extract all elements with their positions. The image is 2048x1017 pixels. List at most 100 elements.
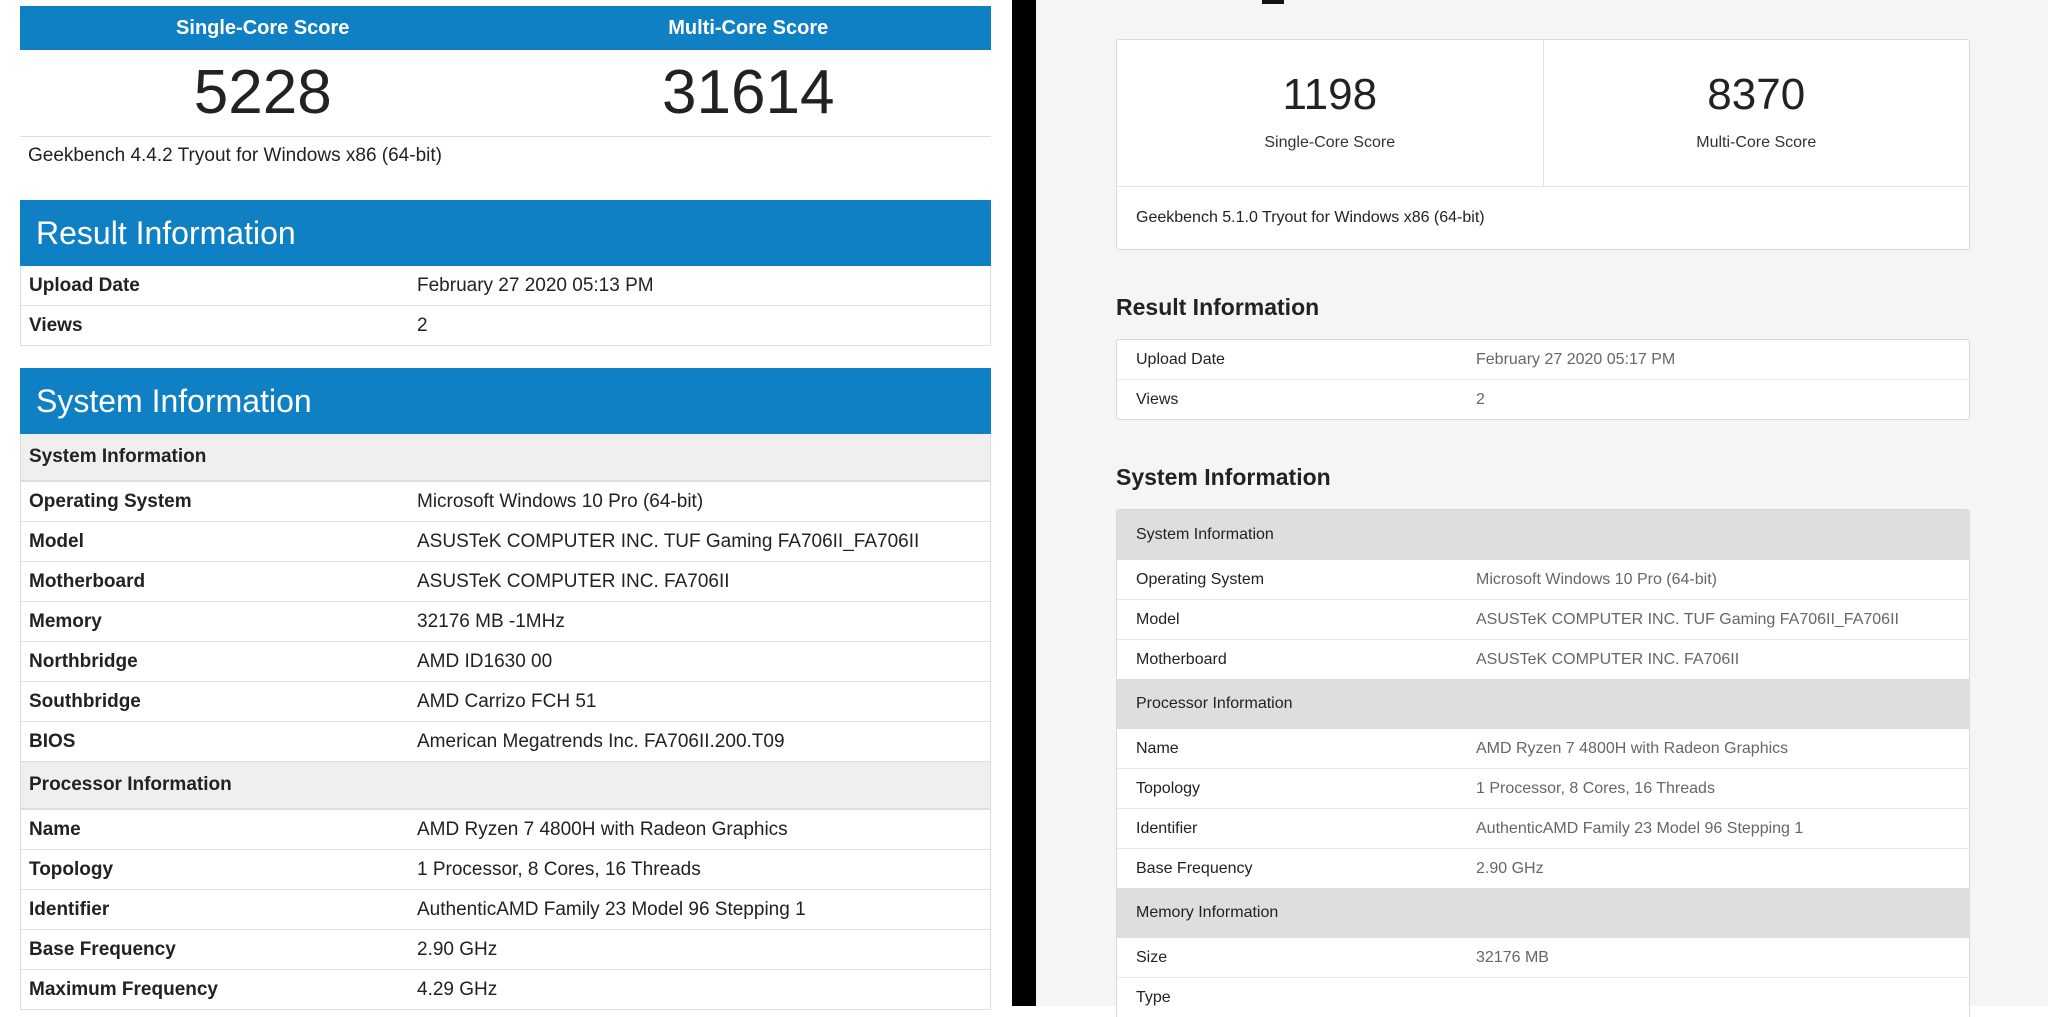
row-key: Base Frequency	[1136, 859, 1253, 877]
row-value: ASUSTeK COMPUTER INC. FA706II	[1476, 650, 1740, 668]
table-row: Model ASUSTeK COMPUTER INC. TUF Gaming F…	[1117, 599, 1969, 639]
row-value: AMD Carrizo FCH 51	[417, 690, 597, 712]
single-core-score-header: Single-Core Score	[176, 17, 350, 39]
table-row: Upload Date February 27 2020 05:17 PM	[1117, 340, 1969, 379]
multi-core-cell: 8370 Multi-Core Score	[1542, 40, 1970, 186]
table-row: Motherboard ASUSTeK COMPUTER INC. FA706I…	[21, 561, 990, 601]
row-key: Views	[29, 314, 83, 336]
table-row: Model ASUSTeK COMPUTER INC. TUF Gaming F…	[21, 521, 990, 561]
system-information-title: System Information	[1116, 464, 1331, 490]
score-header-bar: Single-Core Score Multi-Core Score	[20, 6, 991, 50]
section-subheader-system: System Information	[1117, 510, 1969, 560]
row-value: 2	[1476, 390, 1485, 408]
row-value: ASUSTeK COMPUTER INC. TUF Gaming FA706II…	[417, 530, 920, 552]
system-information-table: System Information Operating System Micr…	[20, 434, 991, 1010]
row-key: Name	[1136, 739, 1179, 757]
table-row: Operating System Microsoft Windows 10 Pr…	[1117, 560, 1969, 599]
system-information-title: System Information	[36, 383, 312, 419]
row-value: AMD Ryzen 7 4800H with Radeon Graphics	[417, 818, 788, 840]
row-value: ASUSTeK COMPUTER INC. TUF Gaming FA706II…	[1476, 610, 1899, 628]
row-value: 4.29 GHz	[417, 978, 498, 1000]
score-values: 5228 31614	[20, 50, 991, 137]
row-key: Identifier	[29, 898, 110, 920]
result-information-title: Result Information	[1116, 294, 1320, 320]
row-key: Operating System	[1136, 570, 1265, 588]
row-key: Motherboard	[1136, 650, 1227, 668]
row-value: 1 Processor, 8 Cores, 16 Threads	[417, 858, 701, 880]
row-key: Model	[29, 530, 84, 552]
multi-core-score: 8370	[1707, 70, 1806, 119]
table-row: Views 2	[21, 305, 990, 345]
panel-divider	[1012, 0, 1036, 1006]
row-key: BIOS	[29, 730, 76, 752]
system-information-header: System Information	[20, 368, 991, 434]
row-key: Model	[1136, 610, 1180, 628]
row-key: Identifier	[1136, 819, 1198, 837]
table-row: Maximum Frequency 4.29 GHz	[21, 969, 990, 1009]
table-row: Base Frequency 2.90 GHz	[21, 929, 990, 969]
table-row: Identifier AuthenticAMD Family 23 Model …	[1117, 808, 1969, 848]
row-value: 2.90 GHz	[1476, 859, 1544, 877]
benchmark-version: Geekbench 5.1.0 Tryout for Windows x86 (…	[1136, 209, 1485, 226]
geekbench4-result-panel: Single-Core Score Multi-Core Score 5228 …	[0, 0, 1012, 1010]
row-value: AuthenticAMD Family 23 Model 96 Stepping…	[1476, 819, 1804, 837]
row-value: 32176 MB	[1476, 948, 1549, 966]
geekbench5-result-panel: 1198 Single-Core Score 8370 Multi-Core S…	[1036, 0, 2048, 1017]
table-row: Base Frequency 2.90 GHz	[1117, 848, 1969, 888]
row-value: February 27 2020 05:17 PM	[1476, 350, 1676, 368]
row-value: AMD Ryzen 7 4800H with Radeon Graphics	[1476, 739, 1789, 757]
row-key: Northbridge	[29, 650, 138, 672]
table-row: Southbridge AMD Carrizo FCH 51	[21, 681, 990, 721]
row-value: Microsoft Windows 10 Pro (64-bit)	[1476, 570, 1717, 588]
single-core-label: Single-Core Score	[1264, 134, 1396, 151]
row-value: 2.90 GHz	[417, 938, 498, 960]
table-row: BIOS American Megatrends Inc. FA706II.20…	[21, 721, 990, 761]
table-row: Motherboard ASUSTeK COMPUTER INC. FA706I…	[1117, 639, 1969, 679]
table-row: Size 32176 MB	[1117, 938, 1969, 977]
row-value: Microsoft Windows 10 Pro (64-bit)	[417, 490, 704, 512]
row-key: Topology	[1136, 779, 1201, 797]
result-information-header: Result Information	[20, 200, 991, 266]
row-key: Base Frequency	[29, 938, 176, 960]
row-key: Maximum Frequency	[29, 978, 218, 1000]
row-value: ASUSTeK COMPUTER INC. FA706II	[417, 570, 730, 592]
row-key: Southbridge	[29, 690, 141, 712]
system-information-table: System Information Operating System Micr…	[1116, 509, 1970, 1017]
table-row: Memory 32176 MB -1MHz	[21, 601, 990, 641]
result-information-table: Upload Date February 27 2020 05:17 PM Vi…	[1116, 339, 1970, 420]
top-edge-mark	[1262, 0, 1284, 4]
multi-core-label: Multi-Core Score	[1696, 134, 1817, 151]
row-key: Upload Date	[29, 274, 140, 296]
table-row: Name AMD Ryzen 7 4800H with Radeon Graph…	[1117, 729, 1969, 768]
benchmark-version: Geekbench 4.4.2 Tryout for Windows x86 (…	[28, 145, 442, 166]
table-row: Northbridge AMD ID1630 00	[21, 641, 990, 681]
single-core-score: 5228	[193, 58, 332, 127]
row-key: Name	[29, 818, 81, 840]
score-cells: 1198 Single-Core Score 8370 Multi-Core S…	[1117, 40, 1969, 187]
table-row: Topology 1 Processor, 8 Cores, 16 Thread…	[1117, 768, 1969, 808]
table-row: Identifier AuthenticAMD Family 23 Model …	[21, 889, 990, 929]
row-value: AuthenticAMD Family 23 Model 96 Stepping…	[417, 898, 806, 920]
section-subheader-processor: Processor Information	[21, 761, 990, 810]
row-value: 1 Processor, 8 Cores, 16 Threads	[1476, 779, 1715, 797]
row-key: Topology	[29, 858, 114, 880]
result-information-title: Result Information	[36, 215, 296, 251]
row-key: Memory	[29, 610, 102, 632]
row-key: Operating System	[29, 490, 192, 512]
table-row: Operating System Microsoft Windows 10 Pr…	[21, 482, 990, 521]
multi-core-score: 31614	[662, 58, 835, 127]
section-subheader-processor: Processor Information	[1117, 679, 1969, 729]
row-value: February 27 2020 05:13 PM	[417, 274, 654, 296]
row-key: Views	[1136, 390, 1179, 408]
row-key: Motherboard	[29, 570, 146, 592]
table-row: Type	[1117, 977, 1969, 1017]
row-key: Upload Date	[1136, 350, 1225, 368]
row-value: 2	[417, 314, 428, 336]
table-row: Name AMD Ryzen 7 4800H with Radeon Graph…	[21, 810, 990, 849]
row-key: Size	[1136, 948, 1168, 966]
row-key: Type	[1136, 988, 1171, 1006]
table-row: Views 2	[1117, 379, 1969, 419]
single-core-cell: 1198 Single-Core Score	[1117, 40, 1543, 186]
score-card: 1198 Single-Core Score 8370 Multi-Core S…	[1116, 39, 1970, 250]
single-core-score: 1198	[1282, 70, 1378, 119]
